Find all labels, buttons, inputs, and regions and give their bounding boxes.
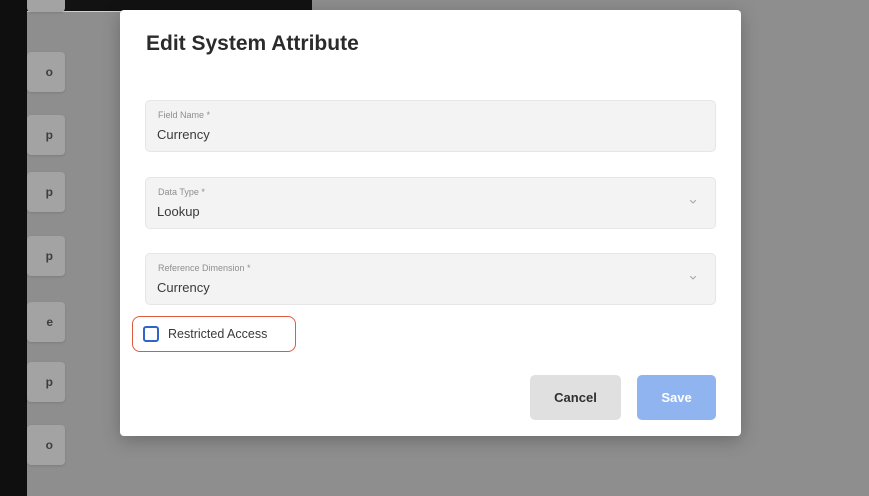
background-sidebar-item[interactable]: p xyxy=(27,172,65,212)
background-sidebar: y o p p p e p o xyxy=(27,0,87,496)
reference-dimension-select[interactable]: Reference Dimension * Currency xyxy=(145,253,716,305)
cancel-button[interactable]: Cancel xyxy=(530,375,621,420)
background-sidebar-item[interactable]: p xyxy=(27,362,65,402)
chevron-down-icon[interactable] xyxy=(689,274,697,282)
dialog-title: Edit System Attribute xyxy=(146,32,359,55)
restricted-access-label: Restricted Access xyxy=(168,327,268,341)
data-type-select[interactable]: Data Type * Lookup xyxy=(145,177,716,229)
background-sidebar-item[interactable]: y xyxy=(27,0,65,12)
field-name-input[interactable]: Field Name * Currency xyxy=(145,100,716,152)
field-name-label: Field Name * xyxy=(158,110,211,120)
save-button[interactable]: Save xyxy=(637,375,716,420)
reference-dimension-value: Currency xyxy=(157,280,210,295)
field-name-value: Currency xyxy=(157,127,210,142)
background-sidebar-item[interactable]: p xyxy=(27,236,65,276)
reference-dimension-label: Reference Dimension * xyxy=(158,263,251,273)
background-sidebar-item[interactable]: e xyxy=(27,302,65,342)
chevron-down-icon[interactable] xyxy=(689,198,697,206)
background-sidebar-item[interactable]: p xyxy=(27,115,65,155)
restricted-access-checkbox[interactable] xyxy=(143,326,159,342)
edit-system-attribute-dialog: Edit System Attribute Field Name * Curre… xyxy=(120,10,741,436)
background-sidebar-item[interactable]: o xyxy=(27,52,65,92)
restricted-access-option[interactable]: Restricted Access xyxy=(132,316,296,352)
data-type-label: Data Type * xyxy=(158,187,205,197)
left-edge-strip xyxy=(0,0,27,496)
background-sidebar-item[interactable]: o xyxy=(27,425,65,465)
data-type-value: Lookup xyxy=(157,204,200,219)
